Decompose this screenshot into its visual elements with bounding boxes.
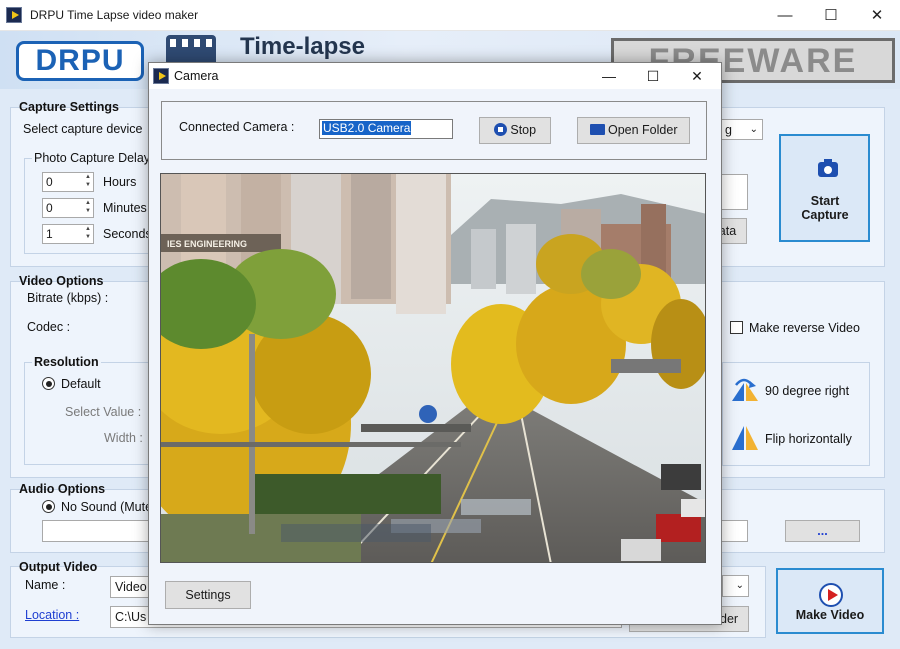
audio-options-title: Audio Options — [19, 482, 106, 496]
close-button[interactable]: ✕ — [854, 0, 900, 31]
stop-button[interactable]: Stop — [479, 117, 551, 144]
dialog-maximize-button[interactable]: ☐ — [631, 63, 675, 89]
rotate-label: 90 degree right — [765, 384, 850, 398]
width-label: Width : — [104, 431, 143, 445]
format-dropdown[interactable]: ⌄ — [722, 575, 749, 597]
camera-preview: IES ENGINEERING — [160, 173, 706, 563]
reverse-video-label: Make reverse Video — [749, 321, 860, 335]
chevron-down-icon: ⌄ — [735, 580, 744, 591]
dialog-title: Camera — [174, 69, 219, 83]
camera-select-field[interactable]: USB2.0 Camera — [319, 119, 453, 139]
audio-path-field-right[interactable] — [718, 520, 748, 542]
no-sound-label: No Sound (Mute) — [61, 500, 157, 514]
seconds-label: Seconds — [103, 227, 152, 241]
drpu-logo: DRPU — [16, 41, 144, 81]
stop-icon — [493, 123, 507, 136]
dialog-app-icon — [153, 68, 169, 84]
reverse-video-checkbox[interactable] — [730, 321, 743, 334]
video-options-title: Video Options — [19, 274, 104, 288]
photo-delay-title: Photo Capture Delay — [32, 151, 153, 165]
maximize-button[interactable]: ☐ — [808, 0, 854, 31]
connected-camera-label: Connected Camera : — [179, 120, 295, 134]
folder-icon — [589, 124, 605, 135]
app-icon — [6, 7, 22, 23]
output-video-title: Output Video — [19, 560, 98, 574]
device-dropdown-value: g — [725, 123, 732, 137]
settings-button[interactable]: Settings — [165, 581, 251, 609]
codec-label: Codec : — [27, 320, 71, 334]
resolution-title: Resolution — [32, 355, 101, 369]
start-capture-label: Start Capture — [801, 194, 849, 222]
camera-preview-image: IES ENGINEERING — [161, 174, 705, 562]
chevron-down-icon: ⌄ — [749, 124, 758, 135]
location-link[interactable]: Location : — [25, 608, 79, 622]
make-video-label: Make Video — [795, 608, 865, 622]
play-icon — [819, 583, 843, 607]
minimize-button[interactable]: — — [762, 0, 808, 31]
select-value-label: Select Value : — [65, 405, 142, 419]
bitrate-label: Bitrate (kbps) : — [27, 291, 109, 305]
open-folder-label: Open Folder — [608, 123, 678, 137]
preview-building-sign: IES ENGINEERING — [167, 239, 247, 249]
audio-path-field[interactable] — [42, 520, 152, 542]
minutes-input[interactable]: 0 — [42, 198, 94, 218]
default-radio[interactable] — [42, 377, 55, 390]
camera-select-value: USB2.0 Camera — [322, 121, 412, 135]
hours-label: Hours — [103, 175, 137, 189]
output-name-input[interactable]: Video — [110, 576, 150, 598]
seconds-input[interactable]: 1 — [42, 224, 94, 244]
dialog-close-button[interactable]: ✕ — [675, 63, 719, 89]
default-label: Default — [61, 377, 101, 391]
app-title: Time-lapse — [240, 33, 365, 60]
camera-dialog: Camera — ☐ ✕ Connected Camera : USB2.0 C… — [148, 62, 722, 625]
hours-input[interactable]: 0 — [42, 172, 94, 192]
stop-label: Stop — [510, 123, 537, 137]
capture-settings-title: Capture Settings — [19, 100, 120, 114]
make-video-button[interactable]: Make Video — [776, 568, 884, 634]
start-capture-button[interactable]: Start Capture — [779, 134, 870, 242]
audio-browse-button[interactable]: ... — [785, 520, 860, 542]
capture-path-field[interactable] — [719, 174, 748, 210]
camera-icon — [818, 159, 838, 177]
dialog-minimize-button[interactable]: — — [587, 63, 631, 89]
minutes-label: Minutes — [103, 201, 147, 215]
select-device-label: Select capture device — [23, 122, 143, 136]
open-folder-dialog-button[interactable]: Open Folder — [577, 117, 690, 144]
no-sound-radio[interactable] — [42, 500, 55, 513]
flip-icon[interactable] — [730, 424, 760, 452]
flip-label: Flip horizontally — [765, 432, 852, 446]
window-title: DRPU Time Lapse video maker — [30, 8, 199, 22]
rotate-icon[interactable] — [730, 377, 760, 403]
output-name-label: Name : — [25, 578, 66, 592]
